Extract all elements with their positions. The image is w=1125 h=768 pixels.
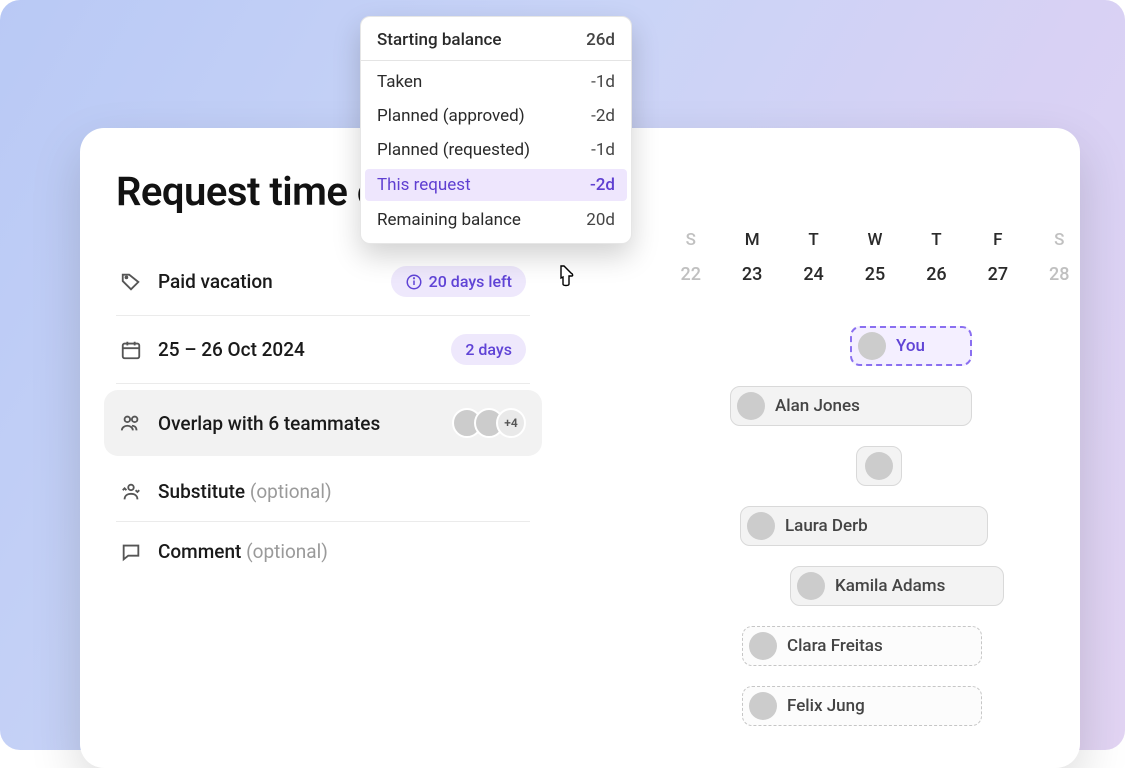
- dow: M: [721, 230, 782, 264]
- timeline-chip[interactable]: Alan Jones: [730, 386, 972, 426]
- balance-tooltip: Starting balance26d Taken-1d Planned (ap…: [360, 16, 632, 244]
- date-range-row[interactable]: 25 – 26 Oct 2024 2 days: [116, 316, 530, 384]
- chip-label: Laura Derb: [785, 516, 868, 536]
- calendar-week: S M T W T F S 22 23 24 25 26 27 28: [660, 230, 1090, 285]
- swap-icon: [120, 481, 142, 503]
- timeline-chip[interactable]: [856, 446, 902, 486]
- tooltip-this-request-row: This request-2d: [365, 169, 627, 201]
- comment-row[interactable]: Comment (optional): [116, 522, 530, 581]
- chip-label: Kamila Adams: [835, 576, 945, 596]
- overlap-label: Overlap with 6 teammates: [158, 412, 444, 435]
- tag-icon: [120, 271, 142, 293]
- tooltip-row: Planned (approved)-2d: [361, 99, 631, 133]
- dow: W: [844, 230, 905, 264]
- tooltip-row: Taken-1d: [361, 65, 631, 99]
- calendar-icon: [120, 339, 142, 361]
- info-icon: [405, 273, 423, 291]
- date: 23: [721, 264, 782, 285]
- absence-type-row[interactable]: Paid vacation 20 days left: [116, 248, 530, 316]
- comment-label: Comment (optional): [158, 540, 526, 563]
- substitute-label: Substitute (optional): [158, 480, 526, 503]
- timeline-chip[interactable]: Laura Derb: [740, 506, 988, 546]
- comment-icon: [120, 541, 142, 563]
- overlap-timeline: You Alan Jones Laura Derb Kamila Adams C…: [660, 320, 1090, 740]
- avatar: [749, 692, 777, 720]
- dow: S: [1029, 230, 1090, 264]
- avatar: [747, 512, 775, 540]
- chip-label: Felix Jung: [787, 696, 865, 716]
- people-icon: [120, 412, 142, 434]
- duration-pill-text: 2 days: [465, 340, 512, 359]
- dow: T: [906, 230, 967, 264]
- duration-pill: 2 days: [451, 334, 526, 365]
- dow: T: [783, 230, 844, 264]
- tooltip-row: Planned (requested)-1d: [361, 133, 631, 167]
- chip-label: You: [896, 336, 925, 356]
- timeline-chip-pending[interactable]: Felix Jung: [742, 686, 982, 726]
- calendar-dow-row: S M T W T F S: [660, 230, 1090, 264]
- chip-label: Clara Freitas: [787, 636, 883, 656]
- overlap-row[interactable]: Overlap with 6 teammates +4: [104, 390, 542, 456]
- avatar-more: +4: [496, 408, 526, 438]
- avatar: [749, 632, 777, 660]
- avatar: [737, 392, 765, 420]
- form-fields: Paid vacation 20 days left 25 – 26 Oct 2…: [116, 248, 530, 581]
- cursor-pointer-icon: [552, 262, 576, 290]
- balance-pill-text: 20 days left: [429, 272, 512, 291]
- dow: S: [660, 230, 721, 264]
- calendar-dates-row: 22 23 24 25 26 27 28: [660, 264, 1090, 285]
- date-range-label: 25 – 26 Oct 2024: [158, 338, 435, 361]
- date: 26: [906, 264, 967, 285]
- timeline-chip-you[interactable]: You: [850, 326, 972, 366]
- date: 27: [967, 264, 1028, 285]
- chip-label: Alan Jones: [775, 396, 860, 416]
- absence-type-label: Paid vacation: [158, 270, 375, 293]
- tooltip-remaining-row: Remaining balance20d: [361, 203, 631, 237]
- date: 25: [844, 264, 905, 285]
- dow: F: [967, 230, 1028, 264]
- avatar: [865, 452, 893, 480]
- date: 28: [1029, 264, 1090, 285]
- tooltip-starting-row: Starting balance26d: [361, 23, 631, 61]
- timeline-chip[interactable]: Kamila Adams: [790, 566, 1004, 606]
- avatar: [858, 332, 886, 360]
- substitute-row[interactable]: Substitute (optional): [116, 462, 530, 522]
- date: 24: [783, 264, 844, 285]
- balance-pill[interactable]: 20 days left: [391, 266, 526, 297]
- overlap-avatars: +4: [460, 408, 526, 438]
- avatar: [797, 572, 825, 600]
- timeline-chip-pending[interactable]: Clara Freitas: [742, 626, 982, 666]
- date: 22: [660, 264, 721, 285]
